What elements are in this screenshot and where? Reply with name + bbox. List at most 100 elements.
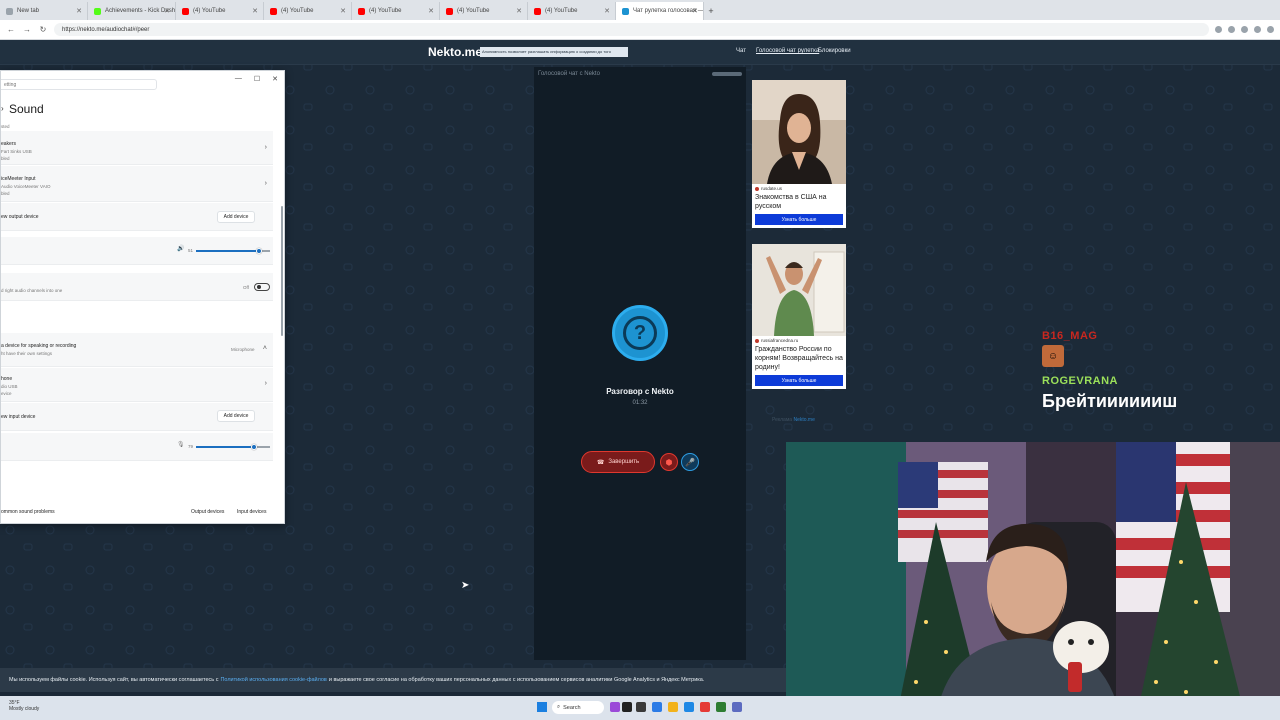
tab-favicon-icon (358, 7, 365, 15)
browser-tab[interactable]: Чат рулетка голосовая — Nekto✕ (616, 2, 704, 20)
edge-icon[interactable] (652, 702, 662, 712)
task-view-icon[interactable] (622, 702, 632, 712)
output-device-row-1[interactable]: eakers Fart Sinks USB bled › (1, 131, 273, 165)
input-section-value: Microphone (231, 347, 255, 352)
input-volume-row: 🎙 79 (1, 433, 273, 461)
tab-close-icon[interactable]: ✕ (516, 7, 522, 15)
pair-output-row: ew output device Add device (1, 203, 273, 231)
output-volume-slider[interactable] (255, 248, 262, 254)
add-output-device-button[interactable]: Add device (217, 211, 255, 223)
chat-username-1: B16_MAG (1042, 330, 1098, 342)
tab-close-icon[interactable]: ✕ (340, 7, 346, 15)
cookie-banner: Мы используем файлы cookie. Используя са… (0, 668, 786, 692)
input-section-row[interactable]: a device for speaking or recording ht ha… (1, 333, 273, 367)
window-controls: — ☐ ✕ (235, 75, 278, 83)
app-icon-2[interactable] (636, 702, 646, 712)
stream-chat-overlay: B16_MAG ☺ ROGEVRANA Брейтииииииш (1042, 330, 1280, 442)
browser-tab[interactable]: Achievements - Kick Dashboard✕ (88, 2, 176, 20)
output-devices-link[interactable]: Output devices (191, 509, 224, 515)
profile-avatar-icon[interactable] (1254, 26, 1261, 33)
chevron-right-icon: › (264, 180, 267, 187)
minimize-icon[interactable]: — (235, 75, 242, 83)
browser-tab[interactable]: (4) YouTube ✕ (352, 2, 440, 20)
address-bar: ← → ↻ https://nekto.me/audiochat#/peer (0, 20, 1280, 40)
app-icon-3[interactable] (684, 702, 694, 712)
microphone-icon: 🎤 (685, 457, 695, 467)
mono-audio-row: d right audio channels into one Off (1, 273, 273, 301)
app-icon-1[interactable] (610, 702, 620, 712)
app-icon-6[interactable] (732, 702, 742, 712)
cookie-policy-link[interactable]: Политикой использования cookie-файлов (220, 677, 326, 683)
nav-link-blocks[interactable]: Блокировки (818, 48, 851, 54)
app-icon-5[interactable] (716, 702, 726, 712)
tab-close-icon[interactable]: ✕ (692, 7, 698, 15)
peer-avatar: ? (612, 305, 668, 361)
ad-card-1[interactable]: rusdate.us Знакомства в США на русском У… (752, 80, 846, 228)
ad-title-1: Знакомства в США на русском (755, 194, 827, 210)
chevron-up-icon: ˄ (262, 345, 267, 352)
browser-tab[interactable]: (4) YouTube ✕ (176, 2, 264, 20)
tab-label: (4) YouTube (193, 8, 226, 14)
tab-close-icon[interactable]: ✕ (252, 7, 258, 15)
site-tagline: Анонимность позволяет разглашать информа… (480, 47, 628, 57)
windows-start-icon[interactable] (537, 702, 547, 712)
settings-search-input[interactable]: etting (1, 79, 157, 90)
menu-icon[interactable] (1267, 26, 1274, 33)
url-text: https://nekto.me/audiochat#/peer (62, 26, 150, 33)
ad-learn-more-button-2[interactable]: Узнать больше (755, 375, 843, 386)
question-mark-icon: ? (623, 316, 657, 350)
tab-favicon-icon (182, 7, 189, 15)
weather-widget[interactable]: 35°F Mostly cloudy (9, 700, 39, 712)
tab-favicon-icon (622, 7, 629, 15)
site-logo[interactable]: Nekto.me (428, 45, 482, 59)
ad-footer-link[interactable]: Nekto.me (793, 417, 814, 423)
input-devices-link[interactable]: Input devices (237, 509, 266, 515)
tab-close-icon[interactable]: ✕ (428, 7, 434, 15)
extension-icon[interactable] (1215, 26, 1222, 33)
reload-icon[interactable]: ↻ (38, 25, 48, 34)
new-tab-button[interactable]: + (704, 2, 718, 20)
app-icon-4[interactable] (700, 702, 710, 712)
ad-learn-more-button-1[interactable]: Узнать больше (755, 214, 843, 225)
browser-tab[interactable]: (4) YouTube ✕ (440, 2, 528, 20)
back-icon[interactable]: ← (6, 25, 16, 34)
taskbar-search-label: Search (563, 704, 581, 711)
settings-scrollbar[interactable] (281, 206, 283, 336)
nav-link-chat[interactable]: Чат (736, 48, 746, 54)
add-input-device-button[interactable]: Add device (217, 410, 255, 422)
forward-icon[interactable]: → (22, 25, 32, 34)
browser-tab[interactable]: (4) YouTube ✕ (264, 2, 352, 20)
output-volume-value: 51 (188, 248, 194, 253)
tab-close-icon[interactable]: ✕ (164, 7, 170, 15)
tab-favicon-icon (270, 7, 277, 15)
url-field[interactable]: https://nekto.me/audiochat#/peer (54, 23, 1209, 36)
nav-link-voice-chat[interactable]: Голосовой чат рулетка (756, 48, 819, 54)
report-button[interactable]: ⬢ (660, 453, 678, 471)
tab-favicon-icon (446, 7, 453, 15)
input-device-row[interactable]: hone dio USB evice › (1, 368, 273, 402)
taskbar-search[interactable]: ⌕ Search (552, 701, 604, 714)
troubleshoot-link[interactable]: ommon sound problems (1, 509, 55, 515)
browser-tab[interactable]: New tab ✕ (0, 2, 88, 20)
bookmark-icon[interactable] (1228, 26, 1235, 33)
volume-slider[interactable] (712, 72, 742, 76)
input-volume-slider[interactable] (251, 444, 258, 450)
tab-close-icon[interactable]: ✕ (76, 7, 82, 15)
browser-tab[interactable]: (4) YouTube ✕ (528, 2, 616, 20)
windows-taskbar: 35°F Mostly cloudy ⌕ Search (0, 696, 1280, 720)
download-icon[interactable] (1241, 26, 1248, 33)
tab-close-icon[interactable]: ✕ (604, 7, 610, 15)
end-call-label: Завершить (608, 459, 640, 465)
output-device-row-2[interactable]: iceMeeter Input Audio VoiceMeeter VAIO b… (1, 166, 273, 202)
source-favicon-icon (755, 338, 759, 343)
mute-microphone-button[interactable]: 🎤 (681, 453, 699, 471)
close-icon[interactable]: ✕ (272, 75, 278, 83)
file-explorer-icon[interactable] (668, 702, 678, 712)
mouse-cursor-icon: ➤ (461, 580, 470, 591)
output-volume-row: 🔊 51 (1, 237, 273, 265)
ad-footer: Реклама Nekto.me (772, 417, 815, 423)
mono-audio-toggle[interactable] (254, 283, 270, 291)
maximize-icon[interactable]: ☐ (254, 75, 260, 83)
end-call-button[interactable]: ☎ Завершить (581, 451, 655, 473)
ad-card-2[interactable]: russiafrancedna.ru Гражданство России по… (752, 244, 846, 389)
